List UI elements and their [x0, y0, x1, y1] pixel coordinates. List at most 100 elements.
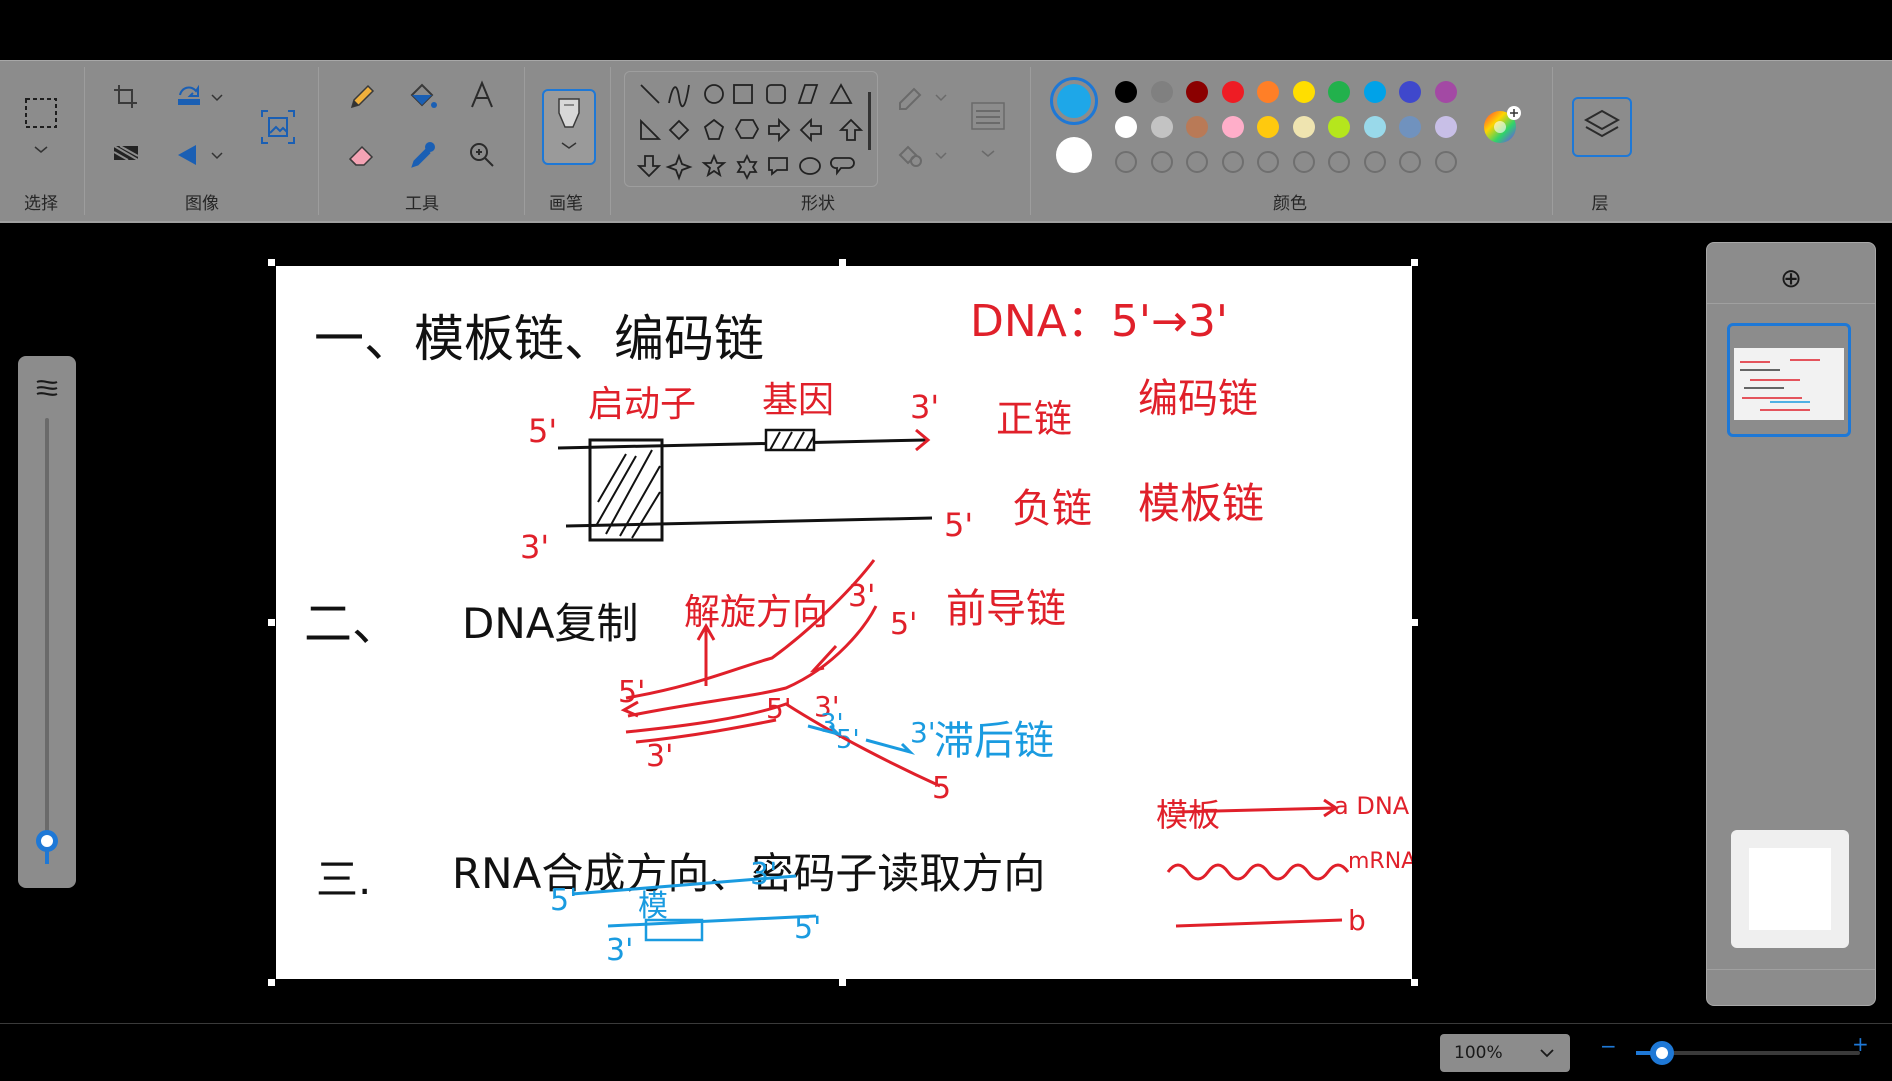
selection-icon — [25, 98, 57, 153]
brush-button[interactable] — [542, 89, 596, 165]
color-swatch[interactable] — [1328, 151, 1350, 173]
template-strand-label: 模板链 — [1138, 479, 1264, 528]
negative-strand-label: 负链 — [1012, 486, 1092, 532]
color-swatch[interactable] — [1115, 151, 1137, 173]
group-label-image: 图像 — [185, 194, 219, 214]
shapes-icon-grid — [636, 83, 871, 181]
zoom-slider-track[interactable] — [1636, 1041, 1860, 1065]
shape-fill-button[interactable] — [896, 141, 952, 173]
outline-icon — [899, 87, 947, 110]
positive-strand-label: 正链 — [996, 397, 1072, 441]
color-swatch[interactable] — [1434, 116, 1457, 138]
color-swatch[interactable] — [1363, 81, 1386, 103]
eraser-icon — [348, 145, 374, 166]
brush-size-track[interactable] — [45, 418, 49, 864]
color-swatch[interactable] — [1150, 81, 1173, 103]
group-label-shapes: 形状 — [801, 194, 835, 214]
rna-synthesis-label: RNA合成方向、密码子读取方向 — [452, 849, 1045, 898]
status-bar: 100% − + — [0, 1023, 1892, 1081]
crop-icon — [114, 85, 137, 108]
crop-button[interactable] — [112, 83, 140, 115]
section1-title: 一、模板链、编码链 — [314, 310, 764, 368]
color-swatch[interactable] — [1292, 81, 1315, 103]
flip-button[interactable] — [174, 141, 224, 173]
shape-fill-icon — [898, 145, 947, 167]
color-swatch[interactable] — [1186, 151, 1208, 173]
magnifier-button[interactable] — [466, 139, 498, 175]
layers-button[interactable] — [1572, 97, 1632, 157]
pencil-button[interactable] — [346, 81, 378, 117]
label-5-lagging-end: 5 — [932, 771, 951, 806]
zoom-out-button[interactable]: − — [1600, 1034, 1617, 1058]
color-swatch[interactable] — [1257, 81, 1279, 103]
group-label-select: 选择 — [24, 194, 58, 214]
color-swatch[interactable] — [1363, 116, 1386, 138]
text-button[interactable] — [466, 79, 498, 115]
label-5-bottom-right: 5' — [944, 506, 973, 544]
layer-thumbnail-1[interactable] — [1727, 323, 1851, 437]
color-swatch[interactable] — [1363, 151, 1386, 173]
color-swatch[interactable] — [1434, 151, 1457, 173]
zoom-slider-thumb[interactable] — [1650, 1041, 1674, 1065]
color-swatch[interactable] — [1221, 81, 1244, 103]
color-picker-button[interactable] — [406, 139, 438, 175]
fill-icon — [410, 83, 437, 108]
color-picker-icon — [411, 142, 435, 168]
label-3-bottom-left-fork: 3' — [646, 739, 673, 774]
stroke-size-button[interactable] — [968, 101, 1008, 165]
color-swatch[interactable] — [1328, 81, 1350, 103]
color-swatch[interactable] — [1115, 81, 1137, 103]
label-3-top-right: 3' — [910, 388, 939, 426]
color-swatch[interactable] — [1328, 116, 1350, 138]
edit-colors-button[interactable] — [1482, 105, 1522, 149]
color-swatch[interactable] — [1150, 151, 1173, 173]
color-swatch[interactable] — [1257, 116, 1279, 138]
primary-color[interactable] — [1050, 77, 1098, 125]
promoter-label: 启动子 — [588, 384, 696, 425]
color-swatch[interactable] — [1434, 81, 1457, 103]
label-5-top-left: 5' — [528, 412, 557, 450]
group-label-colors: 颜色 — [1273, 194, 1307, 214]
dna-replication-label: DNA复制 — [462, 599, 639, 648]
color-swatch[interactable] — [1150, 116, 1173, 138]
section3-title: 三. — [316, 855, 371, 904]
color-swatch[interactable] — [1115, 116, 1137, 138]
color-swatch[interactable] — [1399, 151, 1421, 173]
eraser-button[interactable] — [346, 139, 378, 175]
fill-button[interactable] — [406, 81, 438, 117]
dna-a-label: a DNA — [1334, 792, 1410, 820]
resize-button[interactable] — [112, 141, 142, 171]
ribbon-toolbar: 选择 图像 工具 画笔 形状 颜色 层 — [0, 60, 1892, 223]
label-5-rna-left: 5' — [550, 883, 577, 918]
lagging-strand-label: 滞后链 — [934, 718, 1054, 764]
shapes-gallery[interactable] — [624, 71, 878, 187]
zoom-in-button[interactable]: + — [1852, 1032, 1869, 1056]
outline-button[interactable] — [896, 83, 952, 115]
select-rectangle-button[interactable] — [22, 95, 62, 155]
image-select-button[interactable] — [260, 109, 296, 149]
rotate-button[interactable] — [174, 83, 224, 115]
color-swatch[interactable] — [1292, 116, 1315, 138]
color-swatch[interactable] — [1221, 116, 1244, 138]
color-swatch[interactable] — [1292, 151, 1315, 173]
handwritten-notes: .k{font-family:"DejaVu Sans",sans-serif;… — [304, 296, 1412, 968]
zoom-select[interactable]: 100% — [1440, 1034, 1570, 1072]
color-swatch[interactable] — [1221, 151, 1244, 173]
secondary-color[interactable] — [1056, 137, 1092, 173]
mrna-label: mRNA — [1348, 849, 1412, 874]
layer-thumbnail-2[interactable] — [1731, 830, 1849, 948]
color-swatch[interactable] — [1186, 116, 1208, 138]
color-wheel-icon — [1484, 106, 1521, 143]
pencil-icon — [350, 84, 375, 109]
drawing-canvas[interactable]: .k{font-family:"DejaVu Sans",sans-serif;… — [276, 266, 1412, 979]
brush-icon — [558, 98, 580, 149]
add-layer-button[interactable]: ⊕ — [1773, 261, 1809, 297]
color-swatch[interactable] — [1257, 151, 1279, 173]
text-icon — [471, 80, 493, 108]
color-swatch[interactable] — [1399, 81, 1421, 103]
color-swatch[interactable] — [1399, 116, 1421, 138]
color-swatch[interactable] — [1186, 81, 1208, 103]
zoom-value: 100% — [1454, 1043, 1503, 1063]
brush-size-thumb[interactable] — [36, 830, 58, 852]
layers-panel: ⊕ — [1706, 242, 1876, 1006]
